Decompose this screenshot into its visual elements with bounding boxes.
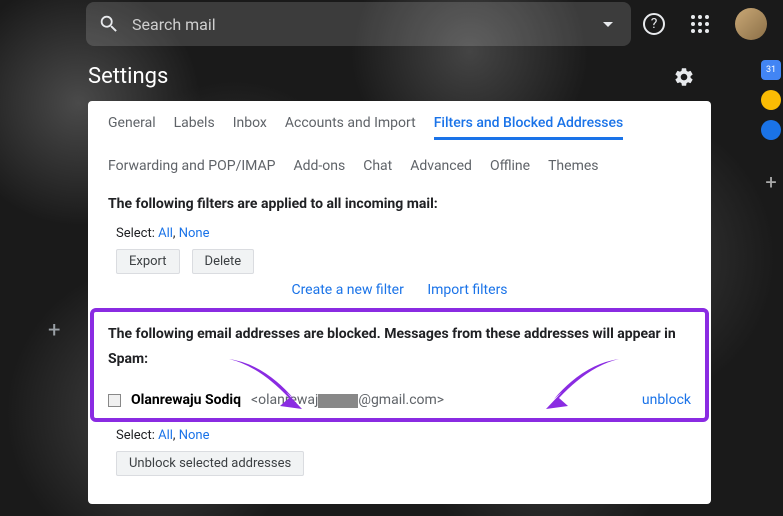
help-icon[interactable]: ? [643,13,665,35]
add-sidepanel-icon[interactable]: + [761,170,781,194]
filters-select-none-link[interactable]: None [179,226,210,241]
annotation-arrow-icon [224,354,324,424]
tasks-icon[interactable] [761,120,781,140]
keep-icon[interactable] [761,90,781,110]
tab-themes[interactable]: Themes [548,158,598,180]
create-filter-link[interactable]: Create a new filter [291,282,403,298]
blocked-select-line: Select: All, None [116,428,691,443]
search-bar[interactable] [86,2,631,46]
avatar[interactable] [735,8,767,40]
apps-grid-icon[interactable] [691,15,709,33]
blocked-select-none-link[interactable]: None [179,428,210,443]
tab-offline[interactable]: Offline [490,158,530,180]
unblock-selected-button[interactable]: Unblock selected addresses [116,451,304,476]
blocked-select-all-link[interactable]: All [158,428,173,443]
filters-heading: The following filters are applied to all… [108,196,691,212]
gear-icon[interactable] [673,66,695,88]
annotation-arrow-icon [524,354,624,424]
tab-addons[interactable]: Add-ons [293,158,345,180]
filters-select-all-link[interactable]: All [158,226,173,241]
settings-panel: General Labels Inbox Accounts and Import… [88,101,711,504]
tab-labels[interactable]: Labels [174,115,215,140]
side-panel: + [761,60,781,194]
tab-filters-blocked[interactable]: Filters and Blocked Addresses [434,115,624,140]
search-options-dropdown-icon[interactable] [603,22,613,27]
tab-forwarding[interactable]: Forwarding and POP/IMAP [108,158,275,180]
search-input[interactable] [132,15,597,34]
filters-select-line: Select: All, None [116,226,691,241]
calendar-icon[interactable] [761,60,781,80]
compose-plus-icon[interactable]: + [48,318,60,343]
delete-button[interactable]: Delete [192,249,255,274]
page-title: Settings [88,64,168,89]
unblock-link[interactable]: unblock [642,392,691,408]
blocked-row-checkbox[interactable] [108,394,121,407]
redacted-text [318,394,358,408]
blocked-addresses-section: The following email addresses are blocke… [90,308,709,422]
tab-general[interactable]: General [108,115,156,140]
tab-chat[interactable]: Chat [363,158,392,180]
export-button[interactable]: Export [116,249,180,274]
settings-tabs: General Labels Inbox Accounts and Import… [108,115,691,180]
import-filters-link[interactable]: Import filters [427,282,507,298]
top-bar: ? [0,0,783,48]
settings-header: Settings [0,48,783,101]
tab-accounts[interactable]: Accounts and Import [285,115,416,140]
search-icon [98,13,120,35]
tab-inbox[interactable]: Inbox [233,115,267,140]
tab-advanced[interactable]: Advanced [410,158,472,180]
